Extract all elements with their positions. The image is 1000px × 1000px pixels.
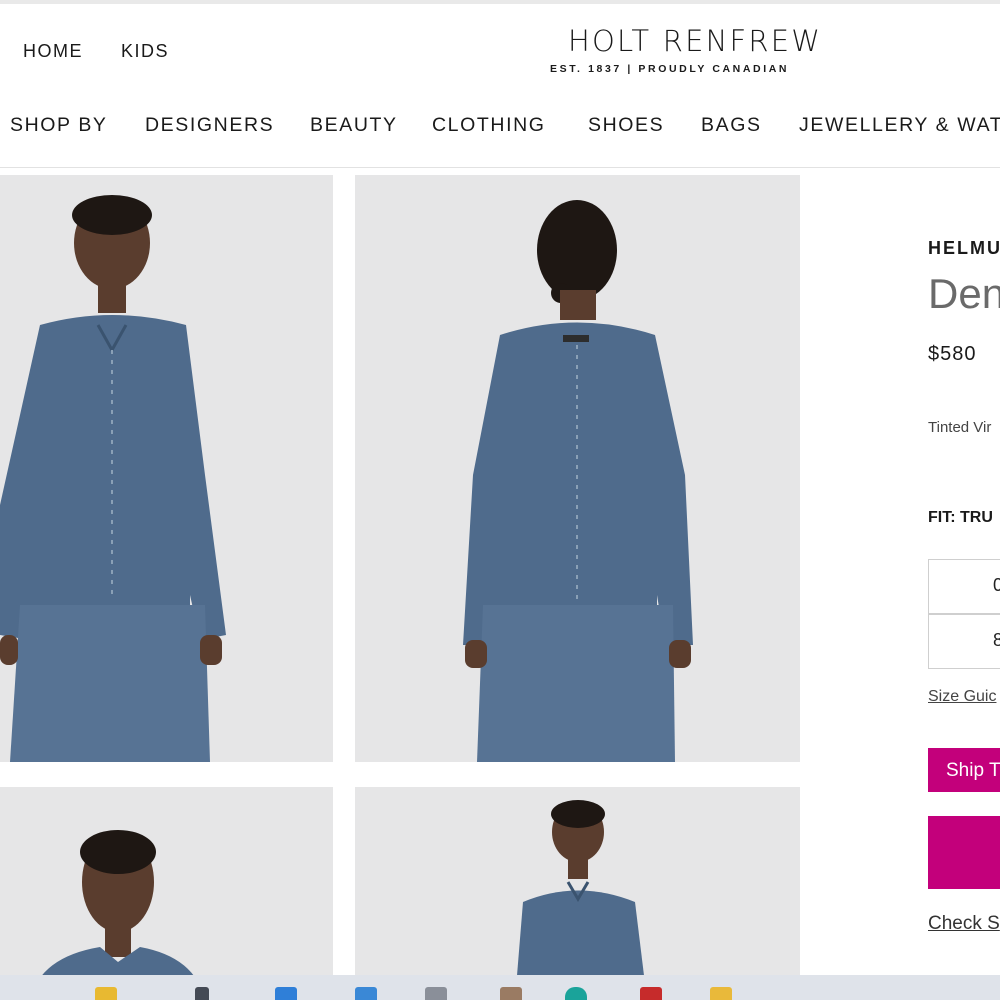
check-store-availability-link[interactable]: Check S bbox=[928, 913, 1000, 935]
product-price: $580 bbox=[928, 343, 977, 365]
folder-icon[interactable] bbox=[710, 987, 732, 1000]
product-brand[interactable]: HELMU bbox=[928, 238, 1000, 259]
nav-bags[interactable]: BAGS bbox=[701, 114, 762, 137]
fit-label: FIT: TRU bbox=[928, 509, 993, 526]
nav-designers[interactable]: DESIGNERS bbox=[145, 114, 274, 137]
holt-renfrew-logo[interactable]: HOLT RENFREW EST. 1837 | PROUDLY CANADIA… bbox=[550, 24, 840, 75]
logo-tagline: EST. 1837 | PROUDLY CANADIAN bbox=[550, 63, 790, 75]
taskbar bbox=[0, 975, 1000, 1000]
home-link[interactable]: HOME bbox=[23, 41, 83, 62]
kids-link[interactable]: KIDS bbox=[121, 41, 169, 62]
product-title: Den bbox=[928, 270, 1000, 317]
add-to-bag-button[interactable] bbox=[928, 816, 1000, 889]
nav-shoes[interactable]: SHOES bbox=[588, 114, 664, 137]
chat-icon[interactable] bbox=[195, 987, 209, 1000]
app-icon[interactable] bbox=[500, 987, 522, 1000]
mail-icon[interactable] bbox=[355, 987, 377, 1000]
main-nav: SHOP BY DESIGNERS BEAUTY CLOTHING SHOES … bbox=[0, 98, 1000, 150]
files-icon[interactable] bbox=[425, 987, 447, 1000]
edge-icon[interactable] bbox=[565, 987, 587, 1000]
nav-divider bbox=[0, 167, 1000, 168]
nav-shop-by[interactable]: SHOP BY bbox=[10, 114, 108, 137]
widgets-icon[interactable] bbox=[95, 987, 117, 1000]
site-header: HOME KIDS HOLT RENFREW EST. 1837 | PROUD… bbox=[0, 4, 1000, 94]
nav-beauty[interactable]: BEAUTY bbox=[310, 114, 398, 137]
product-image-front[interactable] bbox=[0, 175, 333, 762]
product-details: HELMU Den $580 Tinted Vir FIT: TRU 0 8 S… bbox=[928, 230, 1000, 970]
product-image-full-length[interactable] bbox=[355, 787, 800, 1000]
size-option[interactable]: 0 bbox=[928, 559, 1000, 614]
logo-wordmark: HOLT RENFREW bbox=[568, 24, 823, 58]
size-option-label: 0 bbox=[993, 575, 1000, 595]
size-guide-link[interactable]: Size Guic bbox=[928, 688, 996, 706]
size-option[interactable]: 8 bbox=[928, 614, 1000, 669]
office-icon[interactable] bbox=[640, 987, 662, 1000]
ship-to-me-button[interactable]: Ship T bbox=[928, 748, 1000, 792]
product-image-detail[interactable] bbox=[0, 787, 333, 1000]
browser-icon[interactable] bbox=[275, 987, 297, 1000]
nav-jewellery-watches[interactable]: JEWELLERY & WATC bbox=[799, 114, 1000, 137]
nav-clothing[interactable]: CLOTHING bbox=[432, 114, 546, 137]
size-option-label: 8 bbox=[993, 630, 1000, 650]
product-color: Tinted Vir bbox=[928, 419, 992, 436]
product-image-back[interactable] bbox=[355, 175, 800, 762]
